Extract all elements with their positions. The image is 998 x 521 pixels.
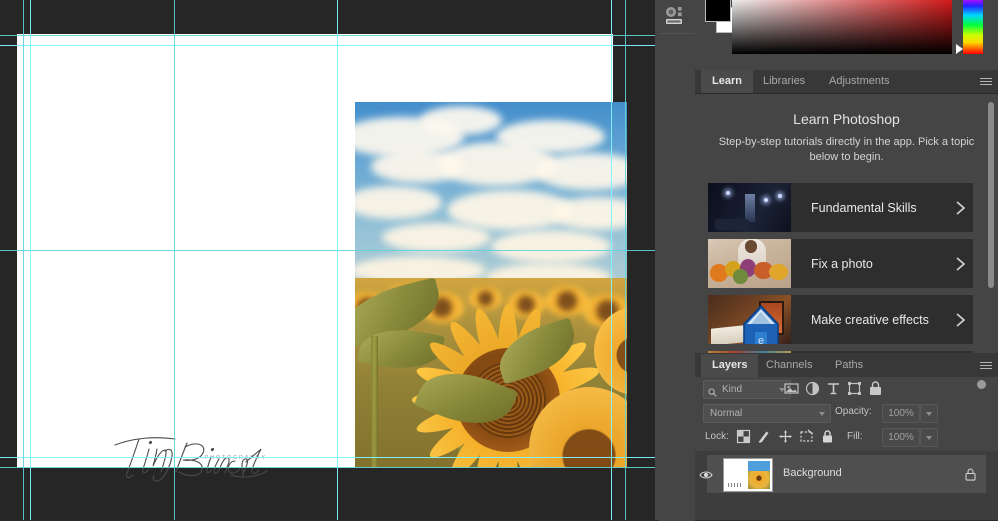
guide-vertical[interactable] [611, 0, 612, 520]
tab-channels[interactable]: Channels [755, 354, 823, 377]
logo-subtitle: PHOTOGRAPHY [205, 455, 267, 461]
rail-empty-area [659, 33, 695, 521]
guide-horizontal[interactable] [0, 467, 655, 468]
color-saturation-value-field[interactable] [732, 0, 952, 54]
learn-card-fix-a-photo[interactable]: Fix a photo [708, 239, 973, 288]
guide-vertical[interactable] [337, 0, 338, 520]
lock-label: Lock: [705, 431, 729, 442]
guide-vertical[interactable] [174, 0, 175, 520]
learn-scrollbar-thumb[interactable] [988, 102, 994, 288]
next-card-thumb [708, 351, 791, 353]
learn-card-fundamental-skills[interactable]: Fundamental Skills [708, 183, 973, 232]
guide-horizontal[interactable] [0, 45, 655, 46]
photoshop-window: PHOTOGRAPHY Learn Libraries Adjustments … [0, 0, 998, 521]
layers-panel: Kind Normal Opacity: 100% Lock: Fill: 10… [695, 377, 998, 520]
type-layer-filter-icon[interactable] [826, 381, 841, 396]
lock-image-pixels-icon[interactable] [757, 429, 772, 444]
blend-mode-value: Normal [710, 408, 743, 419]
foreground-color-swatch[interactable] [705, 0, 731, 22]
tab-paths[interactable]: Paths [824, 354, 874, 377]
document-page[interactable]: PHOTOGRAPHY [17, 34, 627, 482]
blend-mode-select[interactable]: Normal [703, 404, 831, 423]
guide-vertical[interactable] [625, 0, 626, 520]
dark-room-thumb [708, 183, 791, 232]
cloud [491, 230, 611, 264]
florist-bouquet-thumb [708, 239, 791, 288]
panel-menu-icon[interactable] [980, 362, 992, 371]
adjustment-layer-filter-icon[interactable] [805, 381, 820, 396]
guide-horizontal[interactable] [0, 35, 655, 36]
layer-list[interactable]: Background [695, 451, 998, 520]
layers-blend-row: Normal Opacity: 100% [695, 401, 998, 425]
canvas-workspace[interactable]: PHOTOGRAPHY [0, 0, 655, 520]
panel-icon-rail [655, 0, 696, 521]
learn-card-partial[interactable] [708, 351, 973, 353]
art-studio-thumb: e [708, 295, 791, 344]
learn-title: Learn Photoshop [793, 111, 900, 127]
cloud [420, 105, 502, 135]
learn-panel: Learn Photoshop Step-by-step tutorials d… [695, 94, 998, 353]
chevron-down-icon [819, 412, 825, 416]
sunflower-photo[interactable] [355, 102, 627, 468]
layers-filter-row: Kind [695, 377, 998, 401]
fill-label: Fill: [847, 431, 863, 442]
layer-filter-kind-label: Kind [722, 384, 743, 395]
learn-card-make-creative-effects[interactable]: e Make creative effects [708, 295, 973, 344]
fill-value[interactable]: 100% [882, 428, 920, 447]
learn-card-label: Fundamental Skills [811, 200, 917, 215]
eye-icon[interactable] [699, 468, 713, 480]
learn-description: Step-by-step tutorials directly in the a… [718, 136, 975, 163]
lower-dock-tabbar: Layers Channels Paths [695, 354, 998, 378]
tab-libraries[interactable]: Libraries [752, 70, 816, 93]
guide-vertical[interactable] [30, 0, 31, 520]
guide-vertical[interactable] [23, 0, 24, 520]
lock-icon[interactable] [965, 468, 976, 481]
fill-stepper-icon[interactable] [920, 428, 938, 447]
opacity-stepper-icon[interactable] [920, 404, 938, 423]
pixel-layer-filter-icon[interactable] [784, 381, 799, 396]
table-row[interactable]: Background [699, 455, 986, 493]
background-layer-thumb[interactable] [723, 458, 773, 492]
opacity-label: Opacity: [835, 406, 872, 417]
smart-object-filter-icon[interactable] [868, 381, 883, 396]
chevron-right-icon[interactable] [947, 256, 973, 272]
tab-layers[interactable]: Layers [701, 354, 759, 377]
guide-horizontal[interactable] [0, 250, 655, 251]
learn-card-label: Fix a photo [811, 256, 873, 271]
pencil-cursor-icon: e [740, 304, 782, 344]
tab-adjustments[interactable]: Adjustments [818, 70, 901, 93]
guide-horizontal[interactable] [0, 457, 655, 458]
right-dock: Learn Libraries Adjustments Learn Photos… [655, 0, 998, 521]
lock-transparent-pixels-icon[interactable] [736, 429, 751, 444]
shape-layer-filter-icon[interactable] [847, 381, 862, 396]
adobe-stock-icon[interactable] [664, 6, 686, 28]
hue-marker-icon[interactable] [956, 44, 963, 54]
chevron-right-icon[interactable] [947, 312, 973, 328]
lock-artboard-nesting-icon[interactable] [799, 429, 814, 444]
layers-lock-row: Lock: Fill: 100% [695, 425, 998, 449]
upper-dock-tabbar: Learn Libraries Adjustments [695, 70, 998, 94]
search-icon [708, 384, 717, 397]
panel-menu-icon[interactable] [980, 78, 992, 87]
chevron-right-icon[interactable] [947, 200, 973, 216]
color-panel[interactable] [695, 0, 998, 70]
layer-name: Background [783, 467, 842, 479]
learn-card-label: Make creative effects [811, 312, 929, 327]
color-hue-strip[interactable] [963, 0, 983, 54]
cloud [382, 222, 491, 253]
lock-position-icon[interactable] [778, 429, 793, 444]
lock-all-icon[interactable] [820, 429, 835, 444]
svg-text:e: e [757, 335, 763, 344]
learn-scrollbar[interactable] [988, 102, 994, 342]
filter-toggle-icon[interactable] [977, 380, 986, 389]
stem [371, 336, 379, 468]
opacity-value[interactable]: 100% [882, 404, 920, 423]
tab-learn[interactable]: Learn [701, 70, 753, 93]
